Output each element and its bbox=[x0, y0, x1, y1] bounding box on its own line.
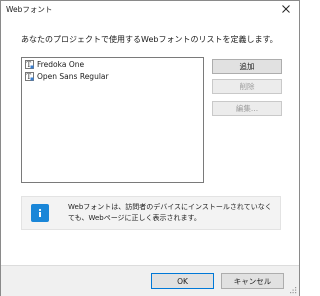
window-title: Webフォント bbox=[6, 5, 53, 14]
ok-button[interactable]: OK bbox=[151, 273, 214, 289]
list-item-label: Fredoka One bbox=[37, 60, 85, 69]
font-listbox[interactable]: T Fredoka One T Open Sans Regular bbox=[21, 57, 204, 183]
title-bar[interactable]: Webフォント bbox=[1, 1, 299, 17]
webfonts-dialog: Webフォント あなたのプロジェクトで使用するWebフォントのリストを定義します… bbox=[0, 0, 300, 296]
font-file-icon: T bbox=[25, 60, 34, 69]
resize-grip-icon[interactable] bbox=[289, 286, 297, 294]
delete-button[interactable]: 削除 bbox=[212, 79, 282, 94]
info-panel: Webフォントは、訪問者のデバイスにインストールされていなくても、Webページに… bbox=[21, 196, 281, 230]
instruction-text: あなたのプロジェクトで使用するWebフォントのリストを定義します。 bbox=[21, 35, 278, 44]
edit-button[interactable]: 編集... bbox=[212, 101, 282, 116]
list-item[interactable]: T Open Sans Regular bbox=[22, 71, 203, 82]
close-icon bbox=[282, 5, 290, 13]
list-item[interactable]: T Fredoka One bbox=[22, 59, 203, 70]
cancel-button[interactable]: キャンセル bbox=[221, 273, 284, 289]
close-button[interactable] bbox=[275, 2, 297, 16]
add-button[interactable]: 追加 bbox=[212, 59, 282, 74]
font-file-icon: T bbox=[25, 72, 34, 81]
info-icon bbox=[31, 204, 49, 222]
dialog-footer: OK キャンセル bbox=[1, 265, 299, 296]
info-text: Webフォントは、訪問者のデバイスにインストールされていなくても、Webページに… bbox=[68, 203, 272, 222]
list-item-label: Open Sans Regular bbox=[37, 72, 109, 81]
